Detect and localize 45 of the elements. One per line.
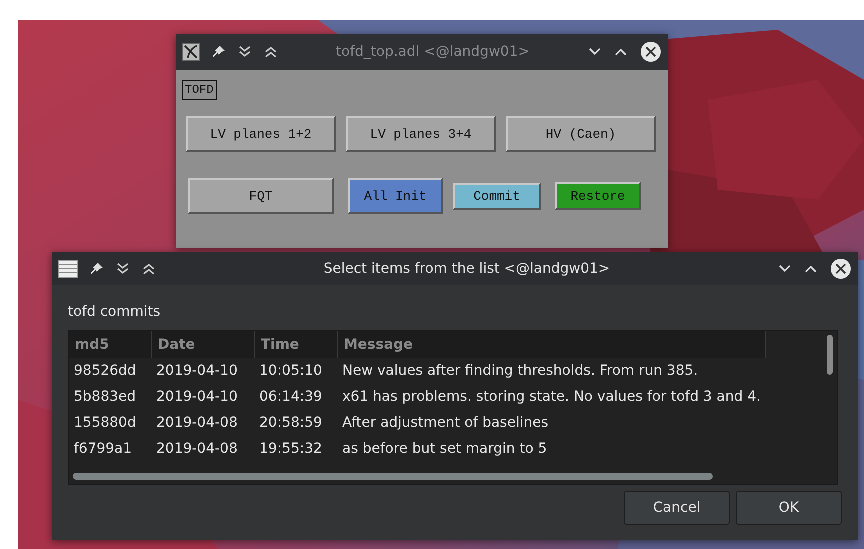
panel-button[interactable]: FQT	[188, 178, 334, 214]
panel-button[interactable]: Commit	[453, 182, 541, 210]
dialog-button[interactable]: Cancel	[624, 491, 730, 525]
table-cell-text: 2019-04-10	[156, 388, 239, 407]
column-header[interactable]: Date	[152, 331, 254, 358]
list-label: tofd commits	[68, 304, 161, 320]
table-cell: 2019-04-10	[152, 358, 254, 384]
column-header[interactable]: Message	[338, 331, 766, 358]
table-cell-text: x61 has problems. storing state. No values for tofd 3 and 4.	[342, 388, 762, 407]
panel-button[interactable]: HV (Caen)	[506, 116, 656, 152]
table-cell: New values after finding thresholds. From run 385.	[338, 358, 766, 384]
pin-icon[interactable]	[212, 45, 226, 59]
window-title: tofd_top.adl <@landgw01>	[336, 44, 530, 60]
vertical-scrollbar[interactable]	[827, 335, 833, 375]
list-icon[interactable]	[58, 260, 78, 278]
dialog-button[interactable]: OK	[736, 491, 842, 525]
close-icon[interactable]	[640, 41, 662, 63]
double-chevron-up-icon[interactable]	[142, 262, 156, 276]
table-cell-text: 2019-04-08	[156, 414, 239, 433]
app-icon[interactable]	[182, 43, 200, 61]
window-title: Select items from the list <@landgw01>	[324, 260, 610, 276]
table-cell-text: 5b883ed	[73, 388, 138, 407]
table-cell: 98526dd	[69, 358, 152, 384]
table-cell-text: 06:14:39	[258, 388, 324, 407]
panel-button[interactable]: All Init	[348, 178, 443, 214]
table-cell: 10:05:10	[254, 358, 338, 384]
double-chevron-down-icon[interactable]	[116, 262, 130, 276]
table-cell-text: 19:55:32	[258, 440, 324, 459]
double-chevron-up-icon[interactable]	[264, 45, 278, 59]
table-cell-text: 2019-04-08	[156, 440, 239, 459]
table-cell-text: After adjustment of baselines	[342, 414, 550, 433]
pin-icon[interactable]	[90, 262, 104, 276]
tofd-label: TOFD	[182, 80, 217, 100]
column-header[interactable]: md5	[69, 331, 152, 358]
close-icon[interactable]	[830, 258, 852, 280]
column-header[interactable]: Time	[254, 331, 338, 358]
table-cell-text: f6799a1	[73, 440, 134, 459]
double-chevron-down-icon[interactable]	[238, 45, 252, 59]
panel-button[interactable]: LV planes 1+2	[186, 116, 336, 152]
horizontal-scrollbar[interactable]	[73, 473, 713, 480]
table-cell-text: as before but set margin to 5	[342, 440, 548, 459]
panel-button[interactable]: LV planes 3+4	[346, 116, 496, 152]
panel-button[interactable]: Restore	[555, 182, 641, 210]
table-cell-text: 20:58:59	[258, 414, 324, 433]
table-cell-text: 155880d	[73, 414, 138, 433]
